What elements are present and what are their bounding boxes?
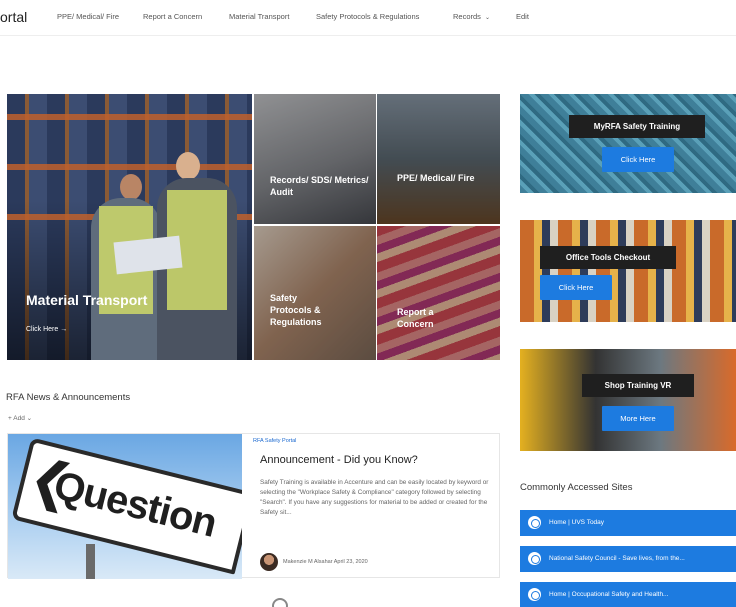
promo-office-tools-button[interactable]: Click Here xyxy=(540,275,612,300)
tile-safety-protocols[interactable]: Safety Protocols & Regulations xyxy=(254,226,376,360)
nav-item-report-concern[interactable]: Report a Concern xyxy=(143,12,202,21)
promo-safety-training-button[interactable]: Click Here xyxy=(602,147,674,172)
nav-item-edit[interactable]: Edit xyxy=(516,12,529,21)
quick-link-item[interactable]: National Safety Council - Save lives, fr… xyxy=(520,546,736,572)
promo-office-tools-title: Office Tools Checkout xyxy=(540,246,676,269)
quick-link-item[interactable]: Home | UVS Today xyxy=(520,510,736,536)
avatar xyxy=(260,553,278,571)
commonly-accessed-title: Commonly Accessed Sites xyxy=(520,482,633,493)
promo-shop-training: Shop Training VR More Here xyxy=(520,349,736,451)
tile-report-label: Report a Concern xyxy=(397,307,434,329)
quick-link-label: Home | UVS Today xyxy=(549,519,605,526)
shelf-decoration xyxy=(7,164,252,170)
tile-safety-label: Safety Protocols & Regulations xyxy=(270,293,322,327)
worker-head xyxy=(120,174,142,200)
top-navigation: ortal PPE/ Medical/ Fire Report a Concer… xyxy=(0,0,736,36)
news-section-title: RFA News & Announcements xyxy=(6,392,131,403)
worker-head xyxy=(176,152,200,180)
news-body: Safety Training is available in Accentur… xyxy=(260,479,489,516)
globe-icon xyxy=(528,516,541,529)
tile-records-label: Records/ SDS/ Metrics/ Audit xyxy=(270,175,369,197)
nav-item-material-transport[interactable]: Material Transport xyxy=(229,12,289,21)
news-headline[interactable]: Announcement - Did you Know? xyxy=(260,454,418,466)
loading-spinner-icon xyxy=(272,598,288,607)
nav-item-ppe[interactable]: PPE/ Medical/ Fire xyxy=(57,12,119,21)
hero-title: Material Transport xyxy=(26,292,148,308)
promo-shop-training-button[interactable]: More Here xyxy=(602,406,674,431)
news-author: Makenzie M Alsahar April 23, 2020 xyxy=(283,559,368,565)
tile-records[interactable]: Records/ SDS/ Metrics/ Audit xyxy=(254,94,376,224)
site-title[interactable]: ortal xyxy=(0,9,27,25)
promo-safety-training: MyRFA Safety Training Click Here xyxy=(520,94,736,193)
tile-ppe[interactable]: PPE/ Medical/ Fire xyxy=(377,94,500,224)
question-sign-text: Question xyxy=(49,463,221,546)
promo-office-tools: Office Tools Checkout Click Here xyxy=(520,220,736,322)
quick-link-item[interactable]: Home | Occupational Safety and Health... xyxy=(520,582,736,607)
tablet-device xyxy=(113,235,183,275)
nav-item-safety-protocols[interactable]: Safety Protocols & Regulations xyxy=(316,12,419,21)
quick-link-label: Home | Occupational Safety and Health... xyxy=(549,591,669,598)
news-add-button[interactable]: + Add ⌄ xyxy=(8,414,32,422)
nav-item-records-label: Records xyxy=(453,12,481,21)
globe-icon xyxy=(528,588,541,601)
tile-overlay xyxy=(377,94,500,224)
nav-item-records[interactable]: Records ⌄ xyxy=(453,12,490,21)
tile-report-concern[interactable]: Report a Concern xyxy=(377,226,500,360)
tile-overlay xyxy=(254,94,376,224)
sign-pole xyxy=(86,544,95,579)
globe-icon xyxy=(528,552,541,565)
shelf-decoration xyxy=(7,114,252,120)
hero-material-transport[interactable]: Material Transport Click Here → xyxy=(7,94,252,360)
promo-shop-training-title: Shop Training VR xyxy=(582,374,694,397)
tile-overlay xyxy=(377,226,500,360)
promo-safety-training-title: MyRFA Safety Training xyxy=(569,115,705,138)
news-category[interactable]: RFA Safety Portal xyxy=(253,438,296,444)
quick-link-label: National Safety Council - Save lives, fr… xyxy=(549,555,685,562)
news-image: ❮ Question xyxy=(8,434,242,579)
hero-click-here-link[interactable]: Click Here → xyxy=(26,326,67,333)
chevron-down-icon: ⌄ xyxy=(484,15,490,21)
question-sign: ❮ Question xyxy=(11,437,242,575)
tile-ppe-label: PPE/ Medical/ Fire xyxy=(397,173,475,183)
